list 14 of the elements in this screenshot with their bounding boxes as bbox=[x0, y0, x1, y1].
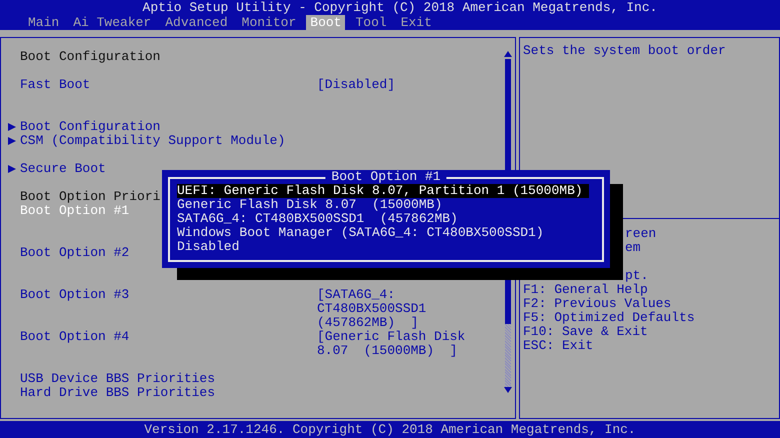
key-hint: reen bbox=[625, 227, 656, 241]
section-heading: Boot Configuration bbox=[20, 50, 160, 64]
key-hint: F5: Optimized Defaults bbox=[523, 311, 695, 325]
key-hint: em bbox=[625, 241, 641, 255]
section-heading: Boot Option Priori bbox=[20, 190, 160, 204]
key-hint: pt. bbox=[625, 269, 648, 283]
key-hint: F10: Save & Exit bbox=[523, 325, 648, 339]
popup-title: Boot Option #1 bbox=[325, 170, 447, 184]
key-hint: F1: General Help bbox=[523, 283, 648, 297]
key-hint: ESC: Exit bbox=[523, 339, 594, 353]
window-title: Aptio Setup Utility - Copyright (C) 2018 American Megatrends, Inc. bbox=[142, 0, 658, 14]
key-hint: F2: Previous Values bbox=[523, 297, 672, 311]
version-text: Version 2.17.1246. Copyright (C) 2018 American Megatrends, Inc. bbox=[144, 422, 636, 436]
help-description: Sets the system boot order bbox=[523, 43, 726, 58]
